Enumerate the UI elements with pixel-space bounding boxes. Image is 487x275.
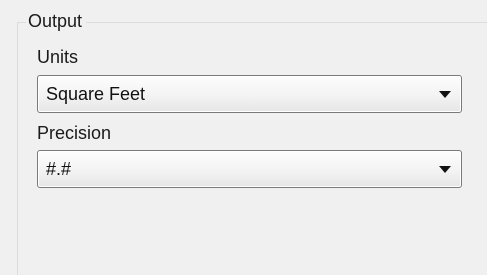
- output-panel: Output Units Square Feet Precision #.#: [0, 0, 487, 275]
- precision-label: Precision: [37, 123, 112, 143]
- units-selected-value: Square Feet: [46, 84, 146, 104]
- units-label: Units: [37, 47, 79, 67]
- precision-selected-value: #.#: [46, 159, 72, 179]
- chevron-down-icon[interactable]: [439, 166, 451, 173]
- output-group-title: Output: [26, 10, 87, 32]
- precision-dropdown[interactable]: #.#: [37, 150, 462, 188]
- units-dropdown[interactable]: Square Feet: [37, 75, 462, 113]
- chevron-down-icon[interactable]: [439, 91, 451, 98]
- output-groupbox: [17, 22, 487, 275]
